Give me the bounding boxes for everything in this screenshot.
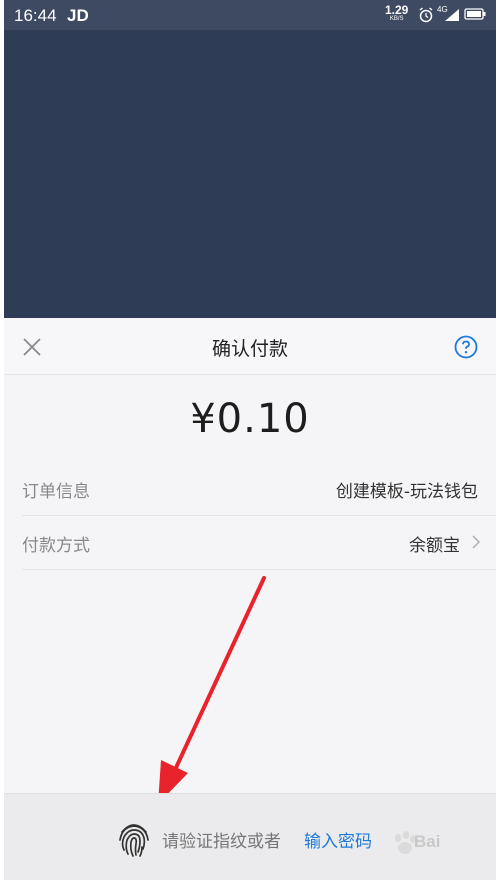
alarm-icon bbox=[419, 7, 433, 23]
network-speed-value: 1.29 bbox=[385, 3, 409, 17]
phone-screen: 16:44 JD 1.29 KB/S 4G 确认付款 ¥0.10 订单信息 创建… bbox=[4, 0, 496, 880]
status-carrier: JD bbox=[67, 6, 89, 25]
paw-watermark-icon bbox=[394, 831, 416, 854]
status-bar: 16:44 JD 1.29 KB/S 4G bbox=[4, 0, 496, 30]
order-info-row: 订单信息 创建模板-玩法钱包 bbox=[22, 461, 496, 516]
payment-method-value: 余额宝 bbox=[409, 536, 460, 556]
enter-password-link[interactable]: 输入密码 bbox=[304, 827, 372, 852]
fingerprint-icon[interactable] bbox=[116, 820, 152, 858]
order-info-label: 订单信息 bbox=[22, 482, 90, 502]
fingerprint-prompt: 请验证指纹或者 bbox=[162, 832, 281, 852]
battery-icon bbox=[464, 8, 486, 20]
signal-icon bbox=[445, 9, 459, 21]
payment-method-label: 付款方式 bbox=[22, 536, 90, 556]
payment-method-row[interactable]: 付款方式 余额宝 bbox=[22, 515, 496, 570]
sheet-title: 确认付款 bbox=[211, 338, 288, 360]
network-speed: 1.29 KB/S bbox=[385, 4, 408, 22]
order-info-value: 创建模板-玩法钱包 bbox=[335, 482, 478, 502]
help-icon[interactable] bbox=[454, 335, 478, 359]
watermark-text: Bai bbox=[414, 832, 441, 851]
chevron-right-icon bbox=[472, 535, 481, 549]
background-overlay[interactable] bbox=[4, 30, 496, 318]
sheet-header: 确认付款 bbox=[4, 318, 496, 375]
status-time: 16:44 bbox=[14, 6, 57, 25]
payment-amount: ¥0.10 bbox=[190, 396, 310, 442]
